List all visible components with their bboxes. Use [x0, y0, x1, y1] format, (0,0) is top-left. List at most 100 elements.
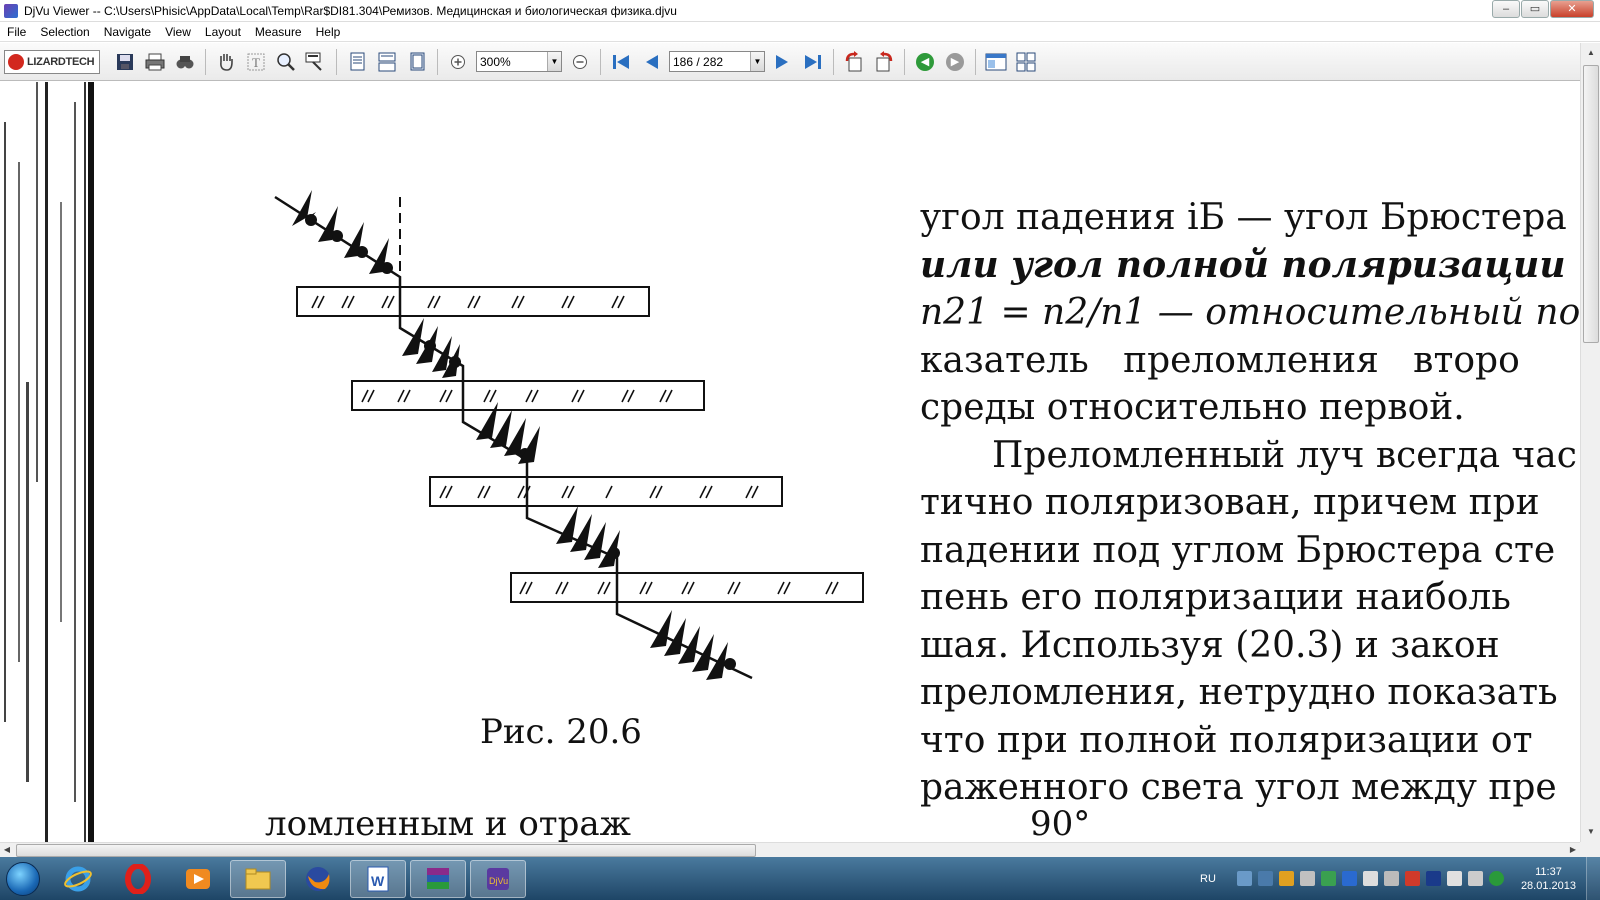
facing-icon[interactable]: [404, 49, 430, 75]
app-icon: [4, 3, 18, 18]
text-line: или угол полной поляризации: [920, 243, 1566, 286]
scroll-left-icon[interactable]: ◀: [0, 842, 14, 858]
scroll-right-icon[interactable]: ▶: [1566, 842, 1580, 858]
continuous-icon[interactable]: [374, 49, 400, 75]
hand-icon[interactable]: [213, 49, 239, 75]
sync-icon[interactable]: [1320, 871, 1336, 886]
next-page-icon[interactable]: [770, 49, 796, 75]
volume-icon[interactable]: [1362, 871, 1378, 886]
toolbar-separator: [975, 48, 976, 75]
chevron-down-icon[interactable]: ▼: [547, 52, 561, 71]
menu-selection[interactable]: Selection: [33, 25, 96, 39]
window-title: DjVu Viewer -- C:\Users\Phisic\AppData\L…: [24, 3, 677, 18]
grid-icon[interactable]: [1013, 49, 1039, 75]
window-controls: – ▭ ✕: [1491, 0, 1594, 18]
marquee-zoom-icon[interactable]: [303, 49, 329, 75]
winrar-icon: [427, 867, 449, 889]
taskbar-firefox[interactable]: [290, 860, 346, 898]
find-icon[interactable]: [172, 49, 198, 75]
menu-view[interactable]: View: [158, 25, 198, 39]
page-select[interactable]: 186 / 282 ▼: [669, 51, 765, 72]
taskbar-word[interactable]: W: [350, 859, 406, 898]
first-page-icon[interactable]: [608, 49, 634, 75]
show-desktop-button[interactable]: [1586, 857, 1600, 900]
prev-page-icon[interactable]: [638, 49, 664, 75]
menu-navigate[interactable]: Navigate: [97, 25, 158, 39]
rotate-left-icon[interactable]: [841, 49, 867, 75]
lizardtech-logo-icon: [8, 53, 24, 70]
status-icon[interactable]: [1488, 871, 1504, 886]
taskbar-opera[interactable]: [110, 860, 166, 898]
horizontal-scroll-thumb[interactable]: [16, 844, 756, 857]
rotate-right-icon[interactable]: [871, 49, 897, 75]
maximize-button[interactable]: ▭: [1521, 0, 1549, 18]
update-icon[interactable]: [1278, 871, 1294, 886]
svg-text:DjVu: DjVu: [489, 876, 508, 886]
windows-start-icon: [6, 861, 40, 896]
zoom-out-icon[interactable]: [567, 49, 593, 75]
language-indicator[interactable]: RU: [1200, 873, 1216, 885]
toolbar-separator: [904, 48, 905, 75]
last-page-icon[interactable]: [800, 49, 826, 75]
text-line: Преломленный луч всегда час: [992, 434, 1577, 476]
page-text-block: угол падения iБ — угол Брюстера или угол…: [920, 194, 1580, 812]
flag-icon[interactable]: [1467, 871, 1483, 886]
horizontal-scrollbar[interactable]: ◀ ▶: [0, 842, 1580, 857]
text-select-icon[interactable]: T: [243, 49, 269, 75]
zoom-icon[interactable]: [273, 49, 299, 75]
text-line: n21 = n2/n1 — относительный по: [920, 292, 1580, 333]
vertical-scroll-thumb[interactable]: [1583, 65, 1599, 343]
usb-icon[interactable]: [1383, 871, 1399, 886]
lizardtech-logo[interactable]: LIZARDTECH: [4, 49, 100, 74]
text-line: угол падения iБ — угол Брюстера: [920, 197, 1567, 238]
toolbar-separator: [437, 48, 438, 75]
chevron-down-icon[interactable]: ▼: [750, 52, 764, 71]
incident-polarization-marks: [292, 190, 393, 274]
clock-time: 11:37: [1535, 865, 1562, 878]
document-view[interactable]: Рис. 20.6 угол падения iБ — угол Брюстер…: [0, 82, 1580, 842]
explorer-icon: [245, 868, 271, 889]
minimize-button[interactable]: –: [1492, 0, 1520, 18]
antivirus-icon[interactable]: [1404, 871, 1420, 886]
thumbnails-icon[interactable]: [983, 49, 1009, 75]
text-line: преломления, нетрудно показать: [920, 672, 1558, 713]
menu-help[interactable]: Help: [309, 25, 348, 39]
text-line: что при полной поляризации от: [920, 719, 1533, 761]
taskbar-djvu[interactable]: DjVu: [470, 859, 526, 898]
single-page-icon[interactable]: [344, 49, 370, 75]
vertical-scrollbar[interactable]: ▲ ▼: [1580, 43, 1600, 842]
text-line: пень его поляризации наиболь: [920, 577, 1511, 618]
zoom-in-icon[interactable]: [445, 49, 471, 75]
taskbar-explorer[interactable]: [230, 859, 286, 898]
djvu-icon: DjVu: [487, 867, 509, 890]
menu-measure[interactable]: Measure: [248, 25, 309, 39]
close-button[interactable]: ✕: [1550, 0, 1594, 18]
firefox-icon: [306, 866, 330, 891]
clock[interactable]: 11:37 28.01.2013: [1521, 865, 1576, 893]
keyboard-layout-icon[interactable]: [1425, 871, 1441, 886]
zoom-select[interactable]: 300% ▼: [476, 51, 562, 72]
monitor-icon[interactable]: [1257, 871, 1273, 886]
back-icon[interactable]: ◀: [912, 49, 938, 75]
taskbar-winrar[interactable]: [410, 859, 466, 898]
ie-icon: [64, 866, 92, 891]
svg-text:W: W: [371, 873, 385, 889]
signal-icon[interactable]: [1446, 871, 1462, 886]
menu-layout[interactable]: Layout: [198, 25, 248, 39]
taskbar-media-player[interactable]: [170, 860, 226, 898]
print-icon[interactable]: [142, 49, 168, 75]
device-icon[interactable]: [1299, 871, 1315, 886]
bluetooth-icon[interactable]: [1341, 871, 1357, 886]
scroll-down-icon[interactable]: ▼: [1582, 824, 1600, 840]
glass-plates: [296, 286, 864, 603]
menu-file[interactable]: File: [0, 25, 33, 39]
start-button[interactable]: [0, 859, 46, 899]
taskbar-ie[interactable]: [50, 860, 106, 898]
toolbar-separator: [336, 48, 337, 75]
page-value: 186 / 282: [673, 54, 724, 69]
scroll-up-icon[interactable]: ▲: [1582, 45, 1600, 61]
logo-text: LIZARDTECH: [27, 55, 95, 68]
forward-icon[interactable]: ▶: [942, 49, 968, 75]
save-icon[interactable]: [112, 49, 138, 75]
network-icon[interactable]: [1236, 871, 1252, 886]
